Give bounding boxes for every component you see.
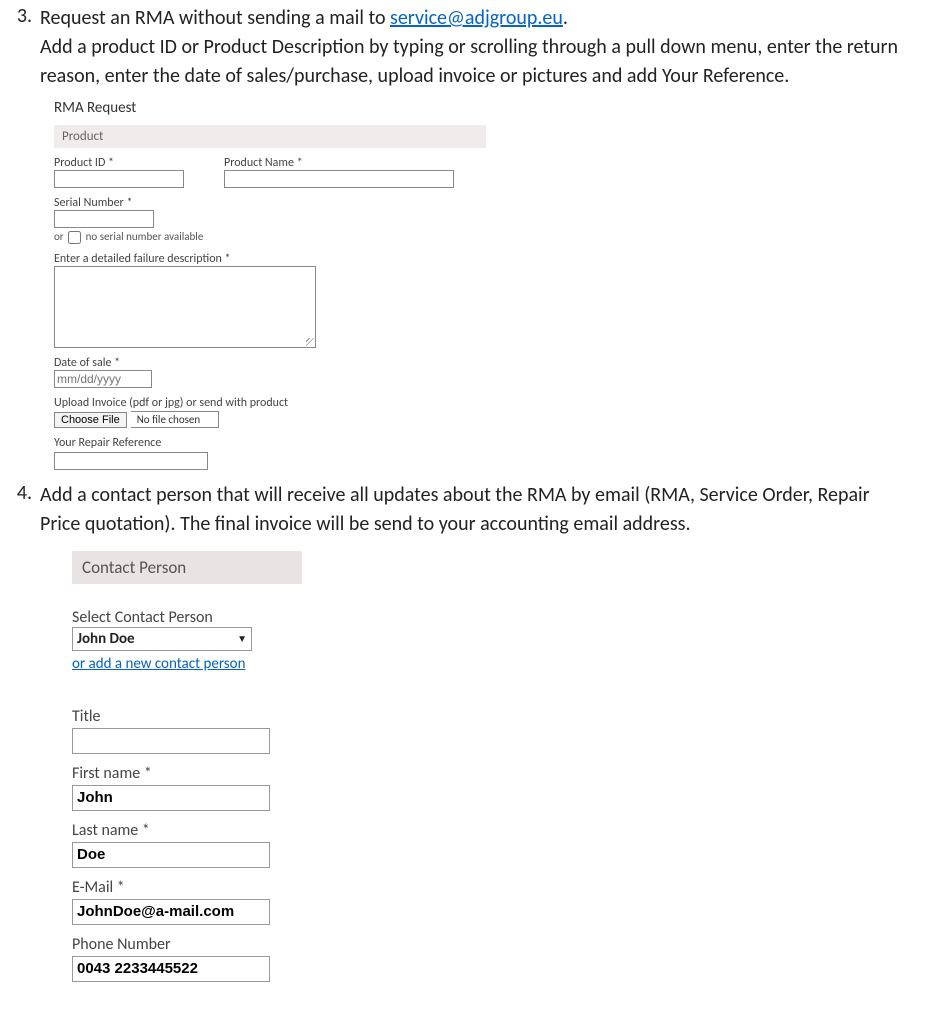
rma-title: RMA Request [54,99,916,117]
last-name-input[interactable] [72,842,270,868]
phone-input[interactable] [72,956,270,982]
upload-label: Upload Invoice (pdf or jpg) or send with… [54,396,916,410]
failure-desc-label: Enter a detailed failure description * [54,252,916,266]
product-name-input[interactable] [224,170,454,188]
no-serial-row: or no serial number available [54,230,916,244]
rma-form: RMA Request Product Product ID * Product… [54,99,916,471]
list-item-3: 3. Request an RMA without sending a mail… [10,4,916,91]
choose-file-button[interactable]: Choose File [54,412,127,428]
add-contact-link[interactable]: or add a new contact person [72,655,245,673]
product-id-label: Product ID * [54,156,184,170]
date-label: Date of sale * [54,356,916,370]
item3-text-b: . [563,6,568,30]
no-file-text: No file chosen [131,411,219,428]
repair-ref-input[interactable] [54,452,208,470]
list-item-4: 4. Add a contact person that will receiv… [10,481,916,539]
product-id-input[interactable] [54,170,184,188]
contact-select[interactable]: John Doe ▼ [72,627,252,651]
date-input[interactable] [54,370,152,388]
list-number-3: 3. [10,4,40,91]
title-input[interactable] [72,728,270,754]
item3-text-a: Request an RMA without sending a mail to [40,6,390,30]
phone-label: Phone Number [72,935,916,954]
or-text: or [54,230,64,243]
contact-select-value: John Doe [77,630,135,648]
serial-label: Serial Number * [54,196,916,210]
serial-input[interactable] [54,210,154,228]
email-label: E-Mail * [72,878,916,897]
repair-ref-label: Your Repair Reference [54,436,916,450]
no-serial-checkbox[interactable] [68,231,81,244]
no-serial-label: no serial number available [86,230,204,243]
first-name-input[interactable] [72,785,270,811]
product-name-label: Product Name * [224,156,454,170]
chevron-down-icon: ▼ [237,632,247,645]
contact-form: Contact Person Select Contact Person Joh… [72,551,916,982]
item4-text: Add a contact person that will receive a… [40,483,870,536]
select-contact-label: Select Contact Person [72,608,916,627]
list-number-4: 4. [10,481,40,539]
rma-section-product: Product [54,125,486,148]
list-body-4: Add a contact person that will receive a… [40,481,916,539]
list-body-3: Request an RMA without sending a mail to… [40,4,916,91]
first-name-label: First name * [72,764,916,783]
title-label: Title [72,707,916,726]
service-email-link[interactable]: service@adjgroup.eu [390,6,563,30]
item3-text-c: Add a product ID or Product Description … [40,35,898,88]
contact-section-header: Contact Person [72,551,302,584]
email-input[interactable] [72,899,270,925]
resize-grip-icon [306,338,314,346]
last-name-label: Last name * [72,821,916,840]
failure-desc-textarea[interactable] [54,266,316,348]
